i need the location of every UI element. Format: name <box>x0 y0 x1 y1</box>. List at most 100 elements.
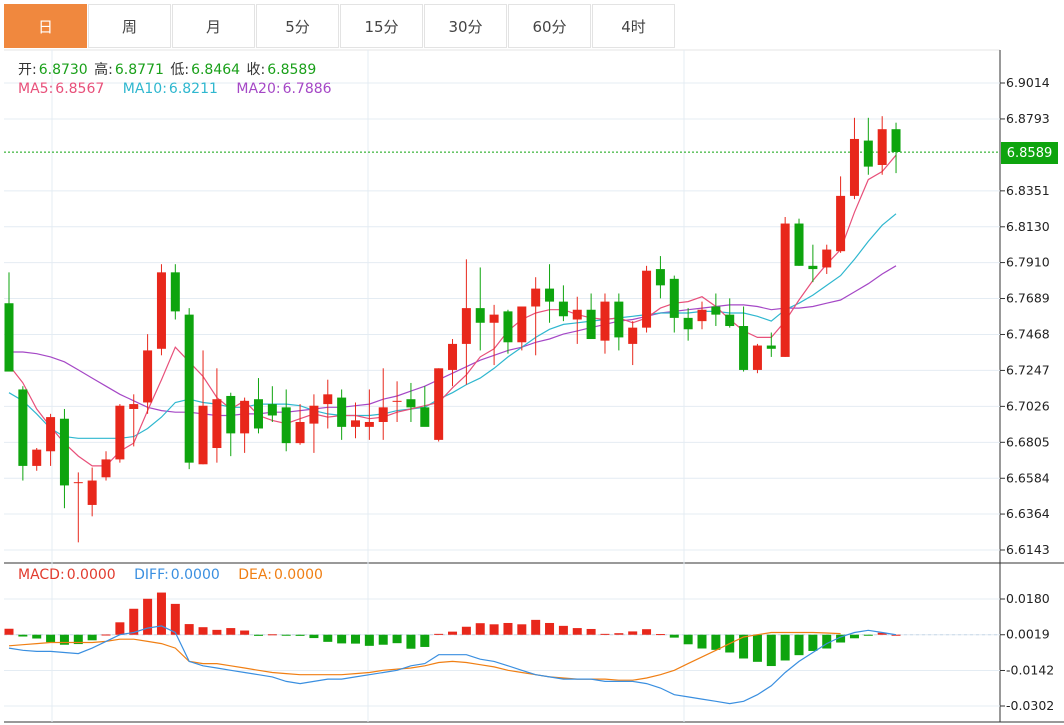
macd-bar <box>59 634 69 645</box>
ma20-label: MA20: <box>236 81 281 97</box>
macd-bar <box>489 624 499 635</box>
price-tick-label: 6.8130 <box>1006 219 1050 234</box>
macd-bar <box>295 634 305 636</box>
macd-tick-label: -0.0302 <box>1006 698 1054 713</box>
open-label: 开: <box>18 62 37 78</box>
macd-bar <box>614 633 624 635</box>
candle-body <box>766 345 776 349</box>
candle-body <box>240 400 250 434</box>
macd-bar <box>545 622 555 635</box>
candle-body <box>489 314 499 323</box>
price-tick-label: 6.6805 <box>1006 434 1050 449</box>
candlestick-chart[interactable]: 6.9014 6.8793 6.8351 6.8130 6.7910 6.7689 6.74… <box>0 0 1064 725</box>
candle-body <box>129 404 139 409</box>
macd-bar <box>309 634 319 639</box>
macd-readout: MACD: 0.0000 DIFF: 0.0000 DEA: 0.0000 <box>18 567 325 583</box>
open-value: 6.8730 <box>38 62 88 78</box>
candle-body <box>18 389 28 466</box>
macd-bar <box>351 634 360 644</box>
macd-bar <box>711 634 721 650</box>
candle-body <box>794 223 804 266</box>
candle-body <box>351 420 360 427</box>
macd-bar <box>461 626 471 635</box>
macd-tick-label: 0.0019 <box>1006 627 1050 642</box>
ma5-label: MA5: <box>18 81 54 97</box>
candle-body <box>101 459 111 478</box>
candle-body <box>503 311 513 343</box>
ma5-line <box>8 154 897 467</box>
macd-bar <box>642 629 652 635</box>
candle-body <box>545 288 555 302</box>
macd-bar <box>281 634 291 636</box>
high-label: 高: <box>94 62 113 78</box>
macd-bar <box>101 634 111 636</box>
macd-bar <box>337 634 347 644</box>
candle-body <box>863 140 873 167</box>
candle-body <box>170 272 180 312</box>
candle-body <box>156 272 166 349</box>
price-tick-label: 6.7910 <box>1006 255 1050 270</box>
candle-body <box>836 195 846 252</box>
macd-bar <box>87 634 97 641</box>
price-tick-label: 6.6584 <box>1006 470 1050 485</box>
macd-bar <box>794 634 804 656</box>
candle-body <box>323 394 333 405</box>
candle-body <box>725 314 735 327</box>
macd-label: MACD: <box>18 567 65 583</box>
ohlc-readout: 开: 6.8730 高: 6.8771 低: 6.8464 收: 6.8589 <box>18 59 318 79</box>
diff-value: 0.0000 <box>170 567 220 583</box>
macd-bar <box>156 592 166 635</box>
high-value: 6.8771 <box>114 62 164 78</box>
macd-bar <box>378 634 388 645</box>
candle-body <box>808 265 818 270</box>
macd-bar <box>863 634 873 636</box>
macd-bar <box>129 608 139 635</box>
macd-value: 0.0000 <box>66 567 116 583</box>
macd-tick-label: -0.0142 <box>1006 662 1054 677</box>
macd-bar <box>18 634 28 637</box>
candle-body <box>378 407 388 422</box>
close-value: 6.8589 <box>267 62 317 78</box>
candle-body <box>780 223 790 357</box>
candle-body <box>115 405 125 460</box>
ma20-value: 6.7886 <box>282 81 332 97</box>
candle-body <box>198 405 208 465</box>
price-tick-label: 6.9014 <box>1006 75 1050 90</box>
candle-body <box>877 129 887 165</box>
macd-tick-label: 0.0180 <box>1006 591 1050 606</box>
candle-body <box>253 399 263 429</box>
candle-body <box>184 314 194 463</box>
candle-body <box>711 306 721 315</box>
macd-bar <box>240 630 250 635</box>
candle-body <box>655 269 665 286</box>
macd-bar <box>364 634 374 646</box>
price-tick-label: 6.6364 <box>1006 506 1050 521</box>
candle-body <box>628 327 638 344</box>
macd-bar <box>655 634 665 636</box>
candle-body <box>642 270 652 328</box>
macd-bar <box>406 634 416 649</box>
candle-body <box>226 395 236 434</box>
ma5-value: 6.8567 <box>55 81 105 97</box>
price-tick-label: 6.7026 <box>1006 398 1050 413</box>
macd-bar <box>115 622 125 635</box>
macd-bar <box>683 634 693 645</box>
macd-bar <box>434 633 444 635</box>
candle-body <box>46 417 56 452</box>
macd-bar <box>891 634 901 636</box>
candle-body <box>87 480 97 505</box>
macd-bar <box>752 634 762 662</box>
diff-line <box>8 625 897 705</box>
macd-bar <box>503 622 513 635</box>
macd-bar <box>4 628 14 635</box>
macd-bar <box>184 624 194 635</box>
candle-body <box>752 345 762 370</box>
price-tick-label: 6.6143 <box>1006 542 1050 557</box>
price-tick-label: 6.7247 <box>1006 362 1050 377</box>
macd-bar <box>600 633 610 635</box>
macd-bar <box>849 634 859 639</box>
candle-body <box>891 129 901 152</box>
macd-bar <box>475 623 485 635</box>
macd-bar <box>808 634 818 651</box>
price-tick-label: 6.8793 <box>1006 111 1050 126</box>
